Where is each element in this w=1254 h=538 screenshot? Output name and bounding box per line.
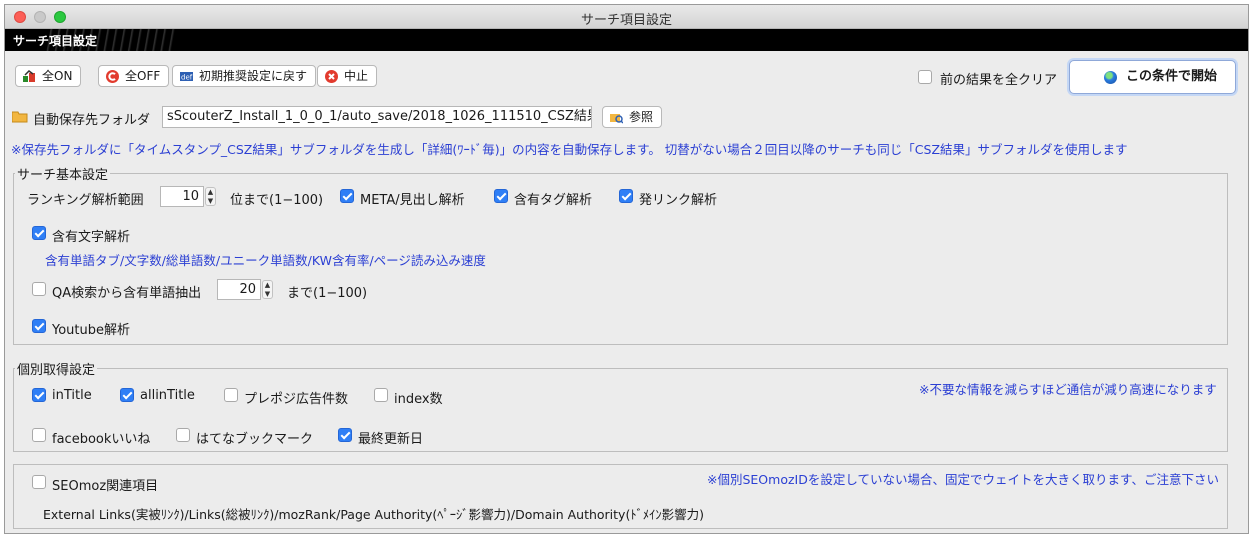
allintitle-label: allinTitle: [140, 388, 195, 403]
all-on-icon: [23, 70, 35, 82]
qa-count-value[interactable]: 20: [217, 279, 261, 300]
autosave-folder-label: 自動保存先フォルダ: [33, 113, 151, 128]
ranking-range-label: ランキング解析範囲: [27, 193, 144, 208]
last-updated-checkbox[interactable]: [338, 428, 352, 442]
link-label: 発リンク解析: [639, 193, 718, 208]
folder-icon: [12, 111, 28, 123]
basic-settings-title: サーチ基本設定: [15, 164, 111, 183]
autosave-note: ※保存先フォルダに「タイムスタンプ_CSZ結果」サブフォルダを生成し「詳細(ﾜｰ…: [11, 142, 1128, 157]
start-search-label: この条件で開始: [1126, 69, 1218, 84]
index-count-checkbox[interactable]: [374, 388, 388, 402]
start-search-button[interactable]: この条件で開始: [1069, 60, 1236, 94]
tag-label: 含有タグ解析: [514, 193, 593, 208]
ranking-stepper-arrows[interactable]: ▲ ▼: [205, 187, 216, 206]
autosave-path-field[interactable]: sScouterZ_Install_1_0_0_1/auto_save/2018…: [162, 106, 592, 128]
allintitle-checkbox[interactable]: [120, 388, 134, 402]
individual-note: ※不要な情報を減らすほど通信が減り高速になります: [919, 382, 1217, 397]
intitle-label: inTitle: [52, 388, 92, 403]
text-analysis-label: 含有文字解析: [52, 230, 131, 245]
qa-extract-label: QA検索から含有単語抽出: [52, 286, 202, 301]
individual-settings-title: 個別取得設定: [15, 359, 98, 378]
link-checkbox[interactable]: [619, 189, 633, 203]
clear-prev-checkbox[interactable]: [918, 70, 932, 84]
qa-extract-checkbox[interactable]: [32, 282, 46, 296]
cancel-label: 中止: [344, 69, 369, 83]
stop-icon: [325, 70, 338, 83]
ranking-range-suffix: 位まで(1−100): [230, 193, 324, 208]
qa-stepper-arrows[interactable]: ▲ ▼: [262, 280, 273, 299]
index-count-label: index数: [394, 392, 443, 407]
all-off-label: 全OFF: [125, 69, 161, 83]
browse-button[interactable]: 参照: [602, 106, 663, 128]
cancel-button[interactable]: 中止: [317, 65, 378, 87]
text-analysis-detail: 含有単語タブ/文字数/総単語数/ユニーク単語数/KW含有率/ページ読み込み速度: [45, 253, 486, 268]
ranking-range-value[interactable]: 10: [160, 186, 204, 207]
browse-folder-icon: [610, 114, 623, 124]
facebook-checkbox[interactable]: [32, 428, 46, 442]
meta-checkbox[interactable]: [340, 189, 354, 203]
svg-text:def: def: [181, 74, 193, 82]
seomoz-label: SEOmoz関連項目: [52, 479, 159, 494]
all-on-button[interactable]: 全ON: [15, 65, 82, 87]
text-analysis-checkbox[interactable]: [32, 226, 46, 240]
tag-checkbox[interactable]: [494, 189, 508, 203]
hatena-label: はてなブックマーク: [196, 432, 314, 447]
last-updated-label: 最終更新日: [358, 432, 424, 447]
hatena-checkbox[interactable]: [176, 428, 190, 442]
seomoz-note: ※個別SEOmozIDを設定していない場合、固定でウェイトを大きく取ります、ご注…: [707, 472, 1219, 487]
header-banner: サーチ項目設定: [5, 29, 1248, 51]
reset-default-label: 初期推奨設定に戻す: [199, 69, 308, 83]
seomoz-checkbox[interactable]: [32, 475, 46, 489]
all-off-button[interactable]: 全OFF: [98, 65, 170, 87]
intitle-checkbox[interactable]: [32, 388, 46, 402]
browse-label: 参照: [629, 110, 654, 124]
seomoz-description: External Links(実被ﾘﾝｸ)/Links(総被ﾘﾝｸ)/mozRa…: [43, 507, 704, 522]
power-off-icon: [106, 70, 119, 83]
youtube-label: Youtube解析: [52, 323, 130, 338]
meta-label: META/見出し解析: [360, 193, 465, 208]
qa-count-suffix: まで(1−100): [287, 286, 368, 301]
ads-count-label: プレポジ広告件数: [244, 392, 349, 407]
title-bar: サーチ項目設定: [5, 5, 1248, 29]
youtube-checkbox[interactable]: [32, 319, 46, 333]
banner-title: サーチ項目設定: [13, 34, 98, 48]
globe-icon: [1104, 71, 1117, 84]
all-on-label: 全ON: [42, 69, 73, 83]
facebook-label: facebookいいね: [52, 432, 151, 447]
ads-count-checkbox[interactable]: [224, 388, 238, 402]
default-settings-icon: def: [180, 72, 193, 82]
reset-default-button[interactable]: def 初期推奨設定に戻す: [172, 65, 317, 87]
settings-window: サーチ項目設定 サーチ項目設定 全ON 全OFF def 初期推奨設定に戻す 中…: [4, 4, 1249, 534]
window-title: サーチ項目設定: [580, 13, 672, 28]
clear-prev-label: 前の結果を全クリア: [940, 73, 1058, 88]
